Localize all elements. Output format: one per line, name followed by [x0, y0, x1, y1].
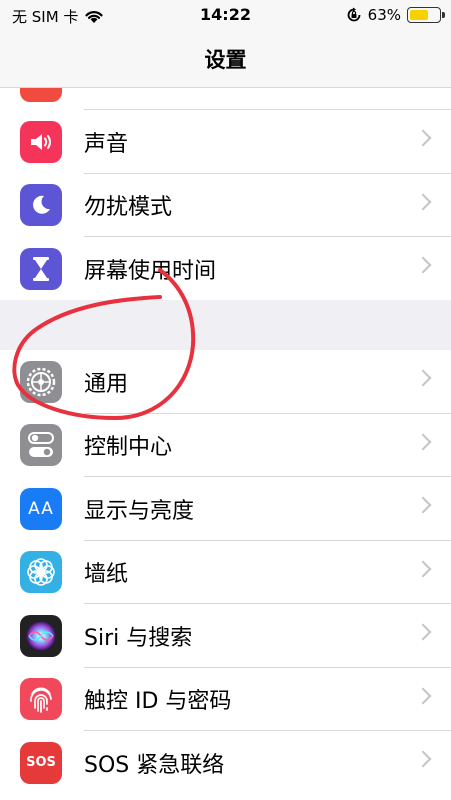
row-label: 通用: [84, 371, 129, 397]
row-label: 声音: [84, 131, 129, 157]
moon-icon: [20, 184, 62, 227]
page-title: 设置: [204, 48, 247, 72]
battery-icon: [407, 7, 445, 23]
chevron-right-icon: [414, 256, 432, 274]
battery-area: 63%: [346, 6, 445, 24]
settings-screen: 无 SIM 卡 14:22 63% 设置 声音 勿扰模式 屏幕使用时间 通用 控…: [0, 0, 451, 800]
navigation-bar: 设置: [0, 30, 451, 88]
siri-icon: [20, 614, 62, 657]
row-label: Siri 与搜索: [84, 625, 193, 651]
hourglass-icon: [20, 247, 62, 290]
chevron-right-icon: [414, 129, 432, 147]
settings-row-wallpaper[interactable]: 墙纸: [0, 541, 451, 604]
row-label: 触控 ID 与密码: [84, 689, 232, 715]
gear-icon: [20, 360, 62, 403]
settings-row-emergency-sos[interactable]: SOS SOS 紧急联络: [0, 731, 451, 795]
flower-icon: [20, 551, 62, 594]
settings-row-do-not-disturb[interactable]: 勿扰模式: [0, 174, 451, 237]
partial-row-icon: [20, 88, 62, 102]
speaker-icon: [20, 120, 62, 163]
icon-label: SOS: [26, 755, 56, 771]
chevron-right-icon: [414, 193, 432, 210]
settings-row-touch-id-passcode[interactable]: 触控 ID 与密码: [0, 668, 451, 731]
battery-percent: 63%: [367, 6, 401, 24]
toggles-icon: [20, 424, 62, 467]
chevron-right-icon: [414, 433, 432, 450]
row-label: 显示与亮度: [84, 498, 195, 524]
settings-row-control-center[interactable]: 控制中心: [0, 414, 451, 477]
chevron-right-icon: [414, 496, 432, 514]
sos-icon: SOS: [20, 741, 62, 784]
orientation-lock-icon: [347, 7, 361, 22]
chevron-right-icon: [414, 623, 432, 641]
chevron-right-icon: [414, 560, 432, 577]
settings-group-2: 通用 控制中心 AA 显示与亮度 墙纸 Siri 与搜索 触控 ID 与密码 S…: [0, 350, 451, 800]
settings-row-general[interactable]: 通用: [0, 350, 451, 414]
row-label: SOS 紧急联络: [84, 752, 225, 778]
row-label: 控制中心: [84, 435, 173, 461]
settings-row-siri-search[interactable]: Siri 与搜索: [0, 604, 451, 668]
text-size-icon: AA: [20, 487, 62, 530]
status-bar: 无 SIM 卡 14:22 63%: [0, 0, 451, 30]
chevron-right-icon: [414, 369, 432, 387]
row-label: 屏幕使用时间: [84, 258, 217, 284]
row-label: 墙纸: [84, 562, 129, 588]
icon-label: AA: [28, 498, 54, 519]
settings-row-sounds[interactable]: 声音: [0, 110, 451, 174]
settings-row-screen-time[interactable]: 屏幕使用时间: [0, 237, 451, 301]
chevron-right-icon: [414, 750, 432, 768]
settings-row-display-brightness[interactable]: AA 显示与亮度: [0, 477, 451, 541]
chevron-right-icon: [414, 687, 432, 704]
fingerprint-icon: [20, 678, 62, 721]
row-label: 勿扰模式: [84, 195, 173, 221]
settings-group-1: 声音 勿扰模式 屏幕使用时间: [0, 88, 451, 300]
